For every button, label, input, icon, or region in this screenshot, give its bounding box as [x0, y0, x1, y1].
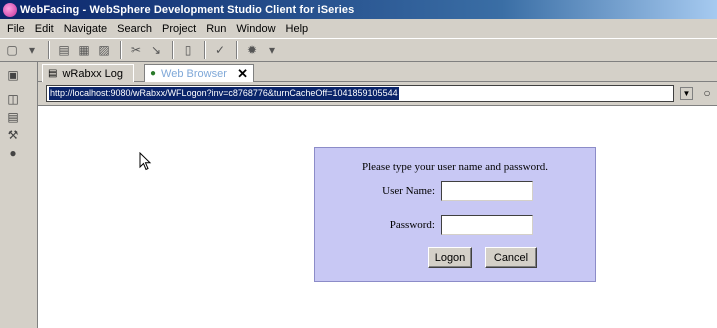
menu-edit[interactable]: Edit — [30, 23, 59, 35]
url-text: http://localhost:9080/wRabxx/WFLogon?inv… — [49, 87, 399, 100]
tab-log[interactable]: ▤ wRabxx Log — [42, 64, 134, 82]
logon-prompt: Please type your user name and password. — [361, 161, 549, 173]
dropdown-icon[interactable]: ▾ — [23, 41, 41, 59]
menu-file[interactable]: File — [2, 23, 30, 35]
logon-button[interactable]: Logon — [428, 247, 472, 268]
toolbar-separator — [48, 41, 50, 59]
menu-bar: File Edit Navigate Search Project Run Wi… — [0, 19, 717, 38]
username-label: User Name: — [382, 185, 435, 197]
toolbar-separator — [236, 41, 238, 59]
toolbar-separator — [120, 41, 122, 59]
run-icon[interactable]: ✹ — [243, 41, 261, 59]
url-input[interactable]: http://localhost:9080/wRabxx/WFLogon?inv… — [46, 85, 674, 102]
tab-web-browser[interactable]: ● Web Browser ✕ — [144, 64, 254, 82]
main-toolbar: ▢ ▾ ▤ ▦ ▨ ✂ ↘ ▯ ✓ ✹ ▾ — [0, 38, 717, 62]
logon-panel: Please type your user name and password.… — [314, 147, 596, 282]
perspective-toolbar: ▣ ◫ ▤ ⚒ ● — [0, 62, 38, 328]
menu-window[interactable]: Window — [231, 23, 280, 35]
copy-icon[interactable]: ↘ — [147, 41, 165, 59]
run-dropdown-icon[interactable]: ▾ — [263, 41, 281, 59]
toolbar-separator — [172, 41, 174, 59]
browser-content: Please type your user name and password.… — [38, 106, 717, 328]
tools-icon[interactable]: ⚒ — [4, 126, 22, 144]
print-icon[interactable]: ▨ — [95, 41, 113, 59]
go-icon[interactable]: ○ — [700, 86, 714, 100]
password-label: Password: — [389, 219, 435, 231]
close-icon[interactable]: ✕ — [237, 66, 248, 82]
perspective-icon[interactable]: ◫ — [4, 90, 22, 108]
hierarchy-icon[interactable]: ▤ — [4, 108, 22, 126]
save-icon[interactable]: ▤ — [55, 41, 73, 59]
tab-label: Web Browser — [161, 67, 227, 80]
menu-navigate[interactable]: Navigate — [59, 23, 112, 35]
window-title: WebFacing - WebSphere Development Studio… — [20, 3, 355, 16]
save-all-icon[interactable]: ▦ — [75, 41, 93, 59]
menu-run[interactable]: Run — [201, 23, 231, 35]
chevron-down-icon[interactable]: ▼ — [680, 87, 693, 100]
title-bar: WebFacing - WebSphere Development Studio… — [0, 0, 717, 19]
cut-icon[interactable]: ✂ — [127, 41, 145, 59]
globe-icon: ● — [150, 68, 157, 79]
password-input[interactable] — [441, 215, 533, 235]
new-icon[interactable]: ▢ — [3, 41, 21, 59]
open-perspective-icon[interactable]: ▣ — [4, 66, 22, 84]
toolbar-separator — [204, 41, 206, 59]
globe-icon[interactable]: ● — [4, 144, 22, 162]
app-icon — [3, 2, 17, 17]
tab-label: wRabxx Log — [62, 67, 123, 80]
menu-project[interactable]: Project — [157, 23, 201, 35]
log-icon: ▤ — [48, 68, 58, 79]
cancel-button[interactable]: Cancel — [485, 247, 537, 268]
edit-icon[interactable]: ✓ — [211, 41, 229, 59]
editor-tab-bar: ▤ wRabxx Log ● Web Browser ✕ — [38, 62, 717, 82]
menu-help[interactable]: Help — [281, 23, 314, 35]
address-bar: http://localhost:9080/wRabxx/WFLogon?inv… — [38, 82, 717, 106]
mouse-pointer-icon — [139, 152, 152, 171]
menu-search[interactable]: Search — [112, 23, 157, 35]
debug-icon[interactable]: ▯ — [179, 41, 197, 59]
username-input[interactable] — [441, 181, 533, 201]
